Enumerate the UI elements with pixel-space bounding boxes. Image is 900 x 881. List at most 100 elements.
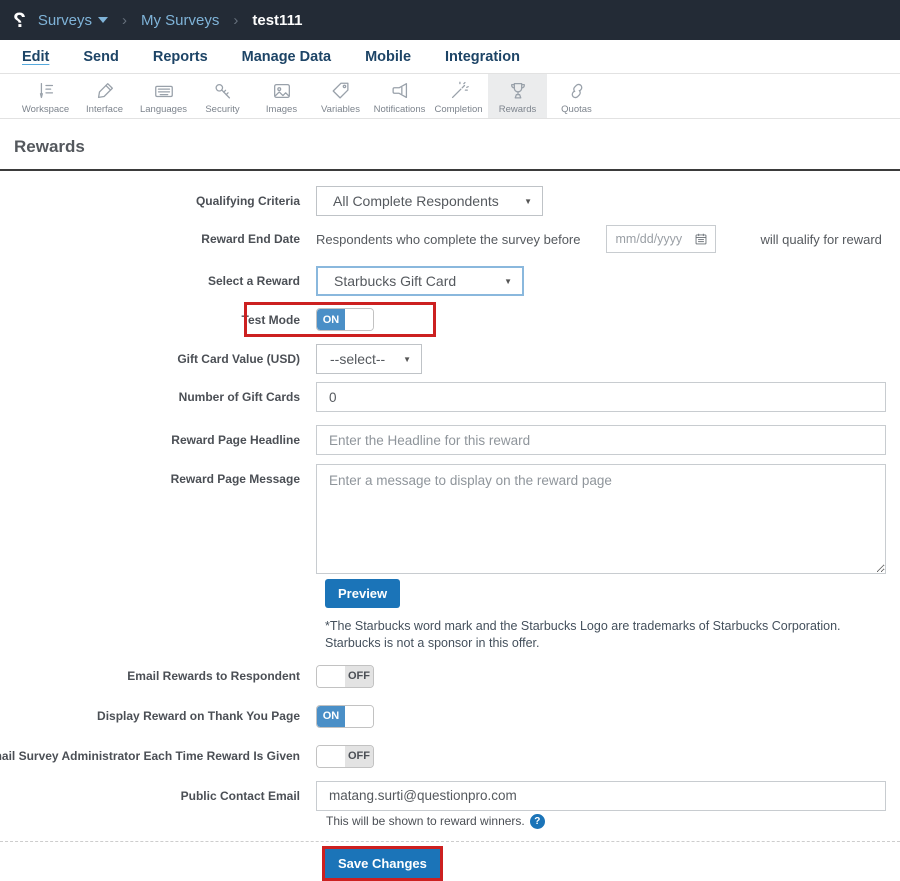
toolbar-item-label: Security xyxy=(205,104,240,115)
toolbar-item-interface[interactable]: Interface xyxy=(75,74,134,118)
toolbar-item-label: Quotas xyxy=(561,104,592,115)
workspace-icon xyxy=(35,78,57,102)
toolbar-item-label: Notifications xyxy=(373,104,426,115)
languages-icon xyxy=(153,78,175,102)
select-reward-value: Starbucks Gift Card xyxy=(334,273,457,289)
toolbar-item-security[interactable]: Security xyxy=(193,74,252,118)
breadcrumb-survey-name: test111 xyxy=(252,11,303,29)
message-label: Reward Page Message xyxy=(170,472,300,486)
tab-reports[interactable]: Reports xyxy=(153,49,208,65)
email-rewards-row: Email Rewards to Respondent OFF xyxy=(0,664,900,688)
email-rewards-toggle[interactable]: OFF xyxy=(316,664,374,688)
gift-card-value-value: --select-- xyxy=(330,351,386,367)
toggle-knob xyxy=(345,705,373,727)
gift-card-value-select[interactable]: --select-- ▼ xyxy=(316,344,422,374)
toggle-on-state: ON xyxy=(317,309,345,330)
quotas-links-icon xyxy=(566,78,588,102)
email-admin-toggle[interactable]: OFF xyxy=(316,744,374,768)
tab-mobile[interactable]: Mobile xyxy=(365,49,411,65)
display-reward-row: Display Reward on Thank You Page ON xyxy=(0,704,900,728)
caret-down-icon xyxy=(98,17,109,23)
qualifying-criteria-value: All Complete Respondents xyxy=(333,193,499,209)
breadcrumb-separator-icon: › xyxy=(233,11,239,29)
toggle-knob xyxy=(317,745,345,767)
toolbar-item-label: Languages xyxy=(139,104,188,115)
test-mode-row: Test Mode ON xyxy=(0,302,900,337)
toolbar-item-variables[interactable]: Variables xyxy=(311,74,370,118)
email-admin-label: Email Survey Administrator Each Time Rew… xyxy=(0,749,300,764)
gift-card-value-row: Gift Card Value (USD) --select-- ▼ xyxy=(0,344,900,374)
headline-input[interactable] xyxy=(316,425,886,455)
reward-end-date-input[interactable]: mm/dd/yyyy xyxy=(605,225,716,253)
headline-row: Reward Page Headline xyxy=(0,425,900,455)
rewards-form: Qualifying Criteria All Complete Respond… xyxy=(0,171,900,881)
toolbar-item-label: Variables xyxy=(321,104,360,115)
divider xyxy=(0,840,900,842)
reward-end-date-label: Reward End Date xyxy=(201,232,300,246)
main-tabs: Edit Send Reports Manage Data Mobile Int… xyxy=(0,40,900,74)
chevron-down-icon: ▼ xyxy=(403,354,411,364)
qualifying-criteria-select[interactable]: All Complete Respondents ▼ xyxy=(316,186,543,216)
calendar-icon[interactable] xyxy=(694,232,708,246)
email-admin-row: Email Survey Administrator Each Time Rew… xyxy=(0,744,900,768)
save-changes-button[interactable]: Save Changes xyxy=(325,848,440,878)
toggle-knob xyxy=(317,665,345,687)
breadcrumb-separator-icon: › xyxy=(122,11,128,29)
num-gift-cards-label: Number of Gift Cards xyxy=(178,390,300,404)
select-reward-select[interactable]: Starbucks Gift Card ▼ xyxy=(316,266,524,296)
rewards-trophy-icon xyxy=(507,78,529,102)
toolbar-item-notifications[interactable]: Notifications xyxy=(370,74,429,118)
breadcrumb-my-surveys[interactable]: My Surveys xyxy=(141,12,219,29)
tab-manage-data[interactable]: Manage Data xyxy=(242,49,331,65)
headline-label: Reward Page Headline xyxy=(171,433,300,447)
toolbar-item-label: Completion xyxy=(434,104,483,115)
toolbar-item-label: Interface xyxy=(86,104,123,115)
toolbar-item-label: Rewards xyxy=(498,104,537,115)
toggle-on-state: ON xyxy=(317,705,345,727)
toolbar-item-completion[interactable]: Completion xyxy=(429,74,488,118)
page-title: Rewards xyxy=(14,137,85,156)
edit-toolbar: Workspace Interface Languages Security I… xyxy=(0,74,900,119)
breadcrumb-surveys-menu[interactable]: Surveys xyxy=(38,12,109,29)
toggle-off-state: OFF xyxy=(345,745,373,767)
breadcrumb-surveys[interactable]: Surveys xyxy=(38,12,92,29)
topbar: ? Surveys › My Surveys › test111 xyxy=(0,0,900,40)
qualifying-criteria-row: Qualifying Criteria All Complete Respond… xyxy=(0,186,900,216)
tab-edit[interactable]: Edit xyxy=(22,49,49,65)
tab-integration[interactable]: Integration xyxy=(445,49,520,65)
toolbar-item-languages[interactable]: Languages xyxy=(134,74,193,118)
toolbar-item-images[interactable]: Images xyxy=(252,74,311,118)
preview-button[interactable]: Preview xyxy=(325,579,401,608)
toolbar-item-rewards[interactable]: Rewards xyxy=(488,74,547,118)
tab-send[interactable]: Send xyxy=(83,49,118,65)
date-placeholder: mm/dd/yyyy xyxy=(615,232,683,246)
display-reward-label: Display Reward on Thank You Page xyxy=(97,709,300,724)
public-email-row: Public Contact Email xyxy=(0,780,900,811)
interface-icon xyxy=(94,78,116,102)
display-reward-toggle[interactable]: ON xyxy=(316,704,374,728)
toolbar-item-quotas[interactable]: Quotas xyxy=(547,74,606,118)
public-email-input[interactable] xyxy=(316,780,886,811)
notifications-icon xyxy=(389,78,411,102)
completion-icon xyxy=(448,78,470,102)
message-row: Reward Page Message xyxy=(0,464,900,574)
variables-icon xyxy=(330,78,352,102)
toolbar-item-label: Workspace xyxy=(21,104,70,115)
chevron-down-icon: ▼ xyxy=(524,196,532,206)
message-textarea[interactable] xyxy=(316,464,886,574)
email-rewards-label: Email Rewards to Respondent xyxy=(127,669,300,684)
help-icon[interactable]: ? xyxy=(529,813,545,829)
images-icon xyxy=(271,78,293,102)
chevron-down-icon: ▼ xyxy=(504,276,512,286)
num-gift-cards-input[interactable] xyxy=(316,382,886,412)
questionpro-logo-icon[interactable]: ? xyxy=(13,9,26,32)
reward-end-date-suffix: will qualify for reward xyxy=(760,231,882,247)
test-mode-label: Test Mode xyxy=(241,312,300,327)
toolbar-item-workspace[interactable]: Workspace xyxy=(16,74,75,118)
toolbar-item-label: Images xyxy=(265,104,298,115)
security-icon xyxy=(212,78,234,102)
qualifying-criteria-label: Qualifying Criteria xyxy=(195,194,300,208)
test-mode-toggle[interactable]: ON xyxy=(316,308,374,331)
helper-text: This will be shown to reward winners. xyxy=(326,814,525,829)
page-header: Rewards xyxy=(0,119,900,171)
